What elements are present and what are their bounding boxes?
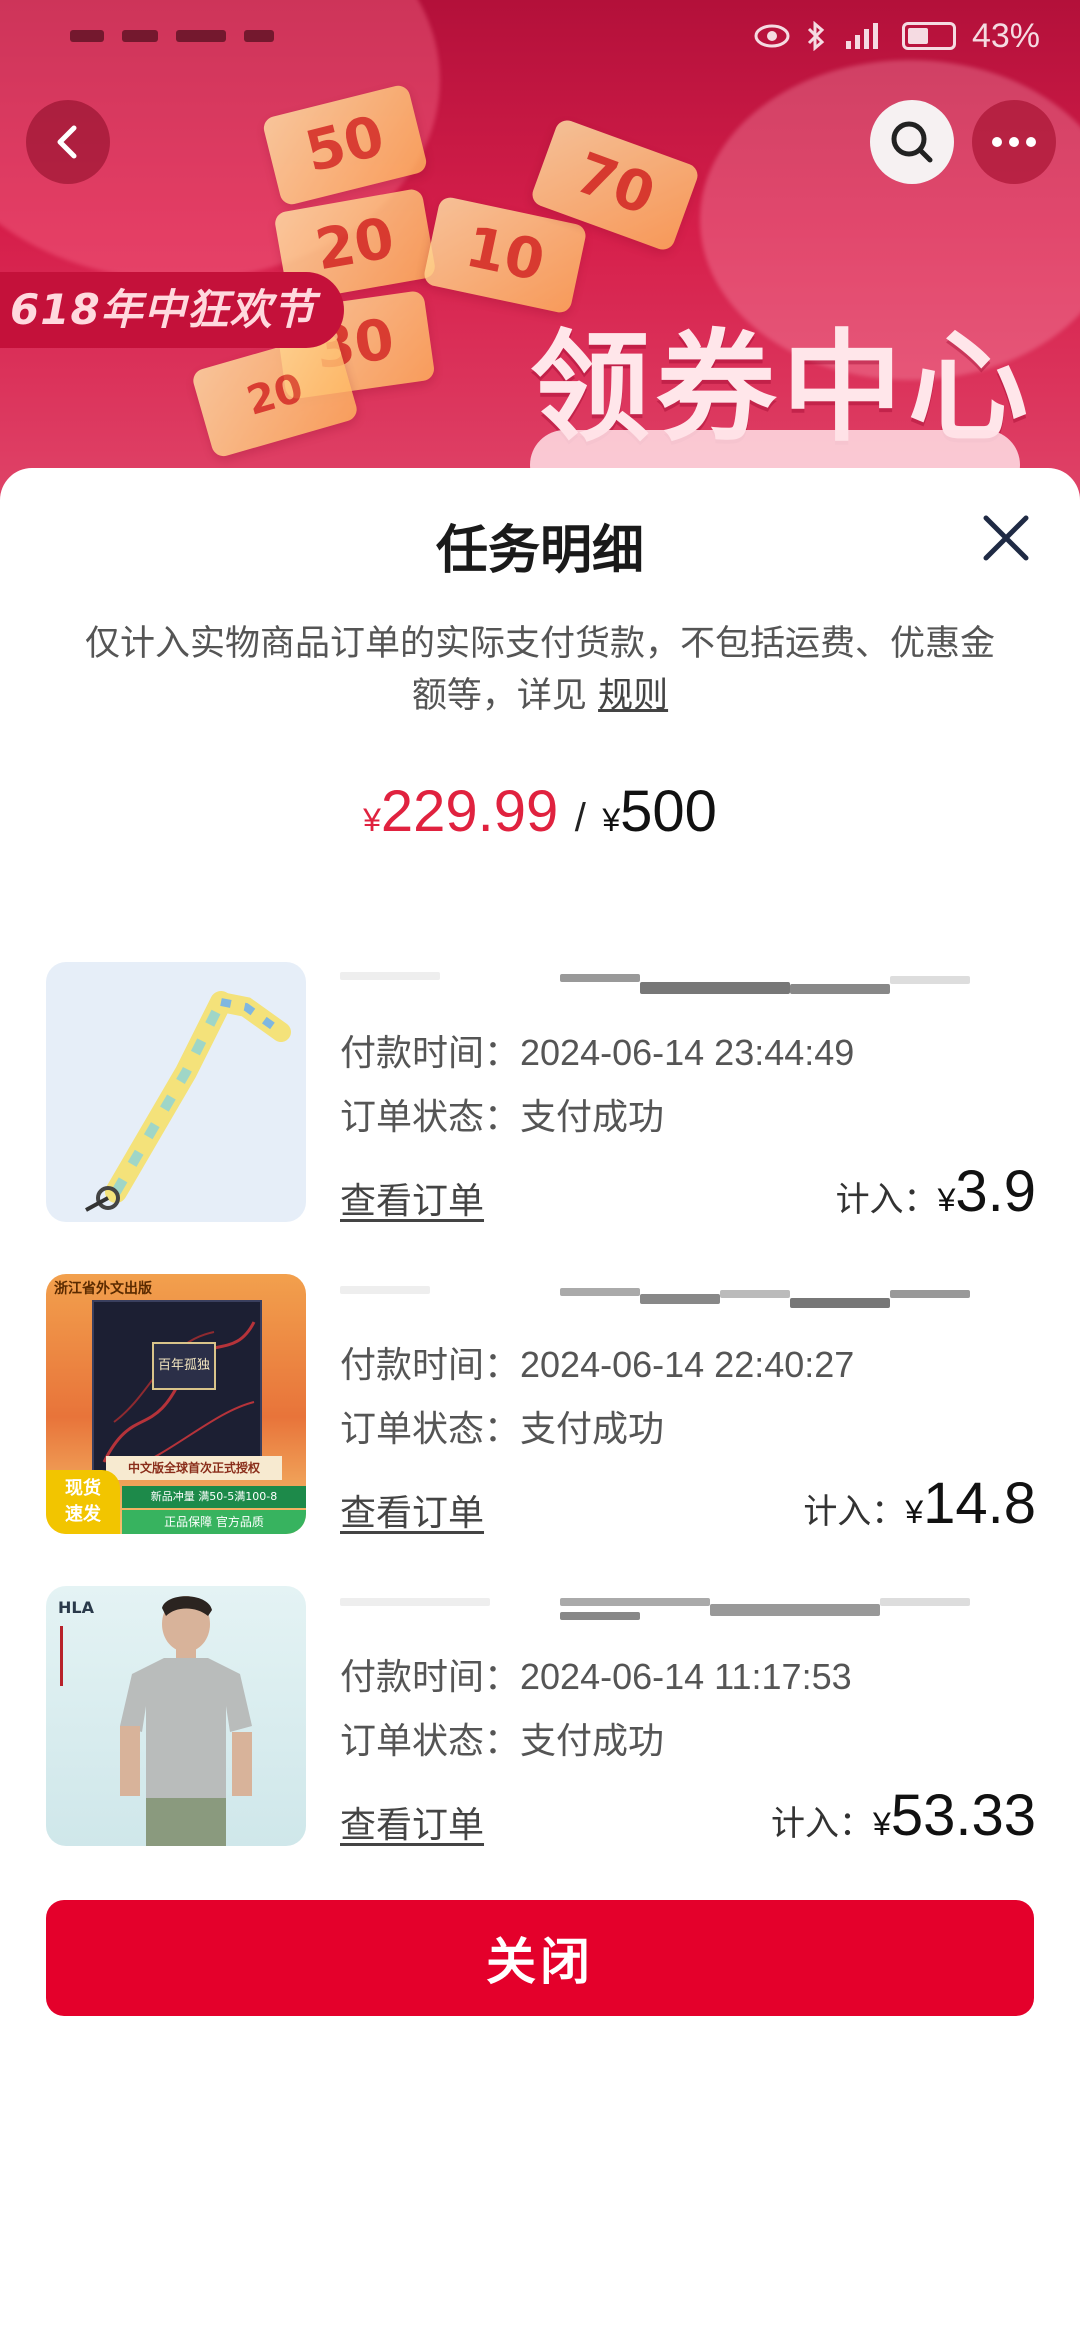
- order-status: 订单状态：支付成功: [340, 1088, 664, 1140]
- search-icon: [891, 121, 933, 163]
- currency-symbol: ¥: [602, 802, 621, 838]
- order-item: HLA 付款时间：2024-06-14 11:17:53 订单状态：支付成功 查…: [46, 1586, 1036, 1848]
- sheet-title: 任务明细: [435, 521, 644, 581]
- order-item: 浙江省外文出版 百年孤独 中文版全球首次正式授权 现货 速发 新品冲量 满50-…: [46, 1274, 1036, 1536]
- task-note: 仅计入实物商品订单的实际支付货款，不包括运费、优惠金额等，详见 规则: [80, 618, 1000, 722]
- redacted-status: [176, 30, 226, 42]
- tshirt-model-image: [120, 1596, 252, 1846]
- order-status: 订单状态：支付成功: [340, 1712, 664, 1764]
- chevron-left-icon: [57, 125, 77, 159]
- progress-separator: /: [574, 796, 586, 840]
- rules-link[interactable]: 规则: [598, 676, 668, 716]
- pay-time-label: 付款时间：: [340, 1033, 521, 1074]
- pay-time-label: 付款时间：: [340, 1657, 521, 1698]
- book-band: 中文版全球首次正式授权: [106, 1456, 282, 1480]
- product-name-redacted: [340, 1592, 980, 1632]
- order-status-label: 订单状态：: [340, 1409, 521, 1450]
- battery-icon: [901, 22, 956, 50]
- coupon-center-banner: 50 20 10 30 20 70 618年中狂欢节 领券中心: [0, 0, 1080, 520]
- credit-label: 计入：: [835, 1180, 938, 1220]
- order-status-value: 支付成功: [520, 1097, 665, 1138]
- currency-symbol: ¥: [937, 1182, 956, 1218]
- ship-fast-badge: 现货 速发: [46, 1470, 120, 1534]
- credited-amount: 计入：¥14.8: [803, 1470, 1036, 1537]
- book-title: 百年孤独: [152, 1342, 216, 1390]
- credited-amount: 计入：¥3.9: [836, 1158, 1036, 1225]
- badge-line: 速发: [65, 1504, 101, 1525]
- target-amount: ¥500: [602, 779, 717, 844]
- pay-time: 付款时间：2024-06-14 22:40:27: [340, 1336, 854, 1388]
- current-amount: ¥229.99: [363, 779, 558, 844]
- battery-percent: 43%: [971, 16, 1040, 55]
- credited-amount: 计入：¥53.33: [771, 1782, 1036, 1849]
- order-status-value: 支付成功: [520, 1721, 665, 1762]
- pay-time-label: 付款时间：: [340, 1345, 521, 1386]
- redacted-status: [122, 30, 158, 42]
- close-sheet-button[interactable]: [978, 510, 1034, 566]
- book-publisher: 浙江省外文出版: [54, 1281, 152, 1297]
- eye-icon: [754, 24, 790, 48]
- close-button[interactable]: 关闭: [46, 1900, 1034, 2016]
- currency-symbol: ¥: [905, 1494, 924, 1530]
- target-amount-value: 500: [620, 779, 717, 844]
- search-button[interactable]: [870, 100, 954, 184]
- order-status-label: 订单状态：: [340, 1097, 521, 1138]
- more-button[interactable]: [972, 100, 1056, 184]
- credit-value: 14.8: [923, 1471, 1036, 1536]
- currency-symbol: ¥: [363, 802, 381, 838]
- promo-strip-top: 新品冲量 满50-5满100-8: [122, 1486, 306, 1508]
- view-order-link[interactable]: 查看订单: [340, 1796, 484, 1848]
- view-order-link[interactable]: 查看订单: [340, 1484, 484, 1536]
- pay-time-value: 2024-06-14 22:40:27: [520, 1344, 855, 1385]
- more-dots-icon: [992, 137, 1036, 147]
- pay-time: 付款时间：2024-06-14 23:44:49: [340, 1024, 854, 1076]
- ticket: 50: [261, 83, 429, 207]
- pay-time-value: 2024-06-14 23:44:49: [520, 1032, 855, 1073]
- product-thumbnail-lanyard[interactable]: [46, 962, 306, 1222]
- badge-line: 现货: [65, 1478, 101, 1499]
- pay-time-value: 2024-06-14 11:17:53: [520, 1656, 852, 1697]
- back-button[interactable]: [26, 100, 110, 184]
- progress-amount: ¥229.99 / ¥500: [0, 778, 1080, 845]
- order-status-label: 订单状态：: [340, 1721, 521, 1762]
- pay-time: 付款时间：2024-06-14 11:17:53: [340, 1648, 852, 1700]
- credit-label: 计入：: [771, 1804, 874, 1844]
- festival-label: 618年中狂欢节: [0, 272, 344, 348]
- product-thumbnail-book[interactable]: 浙江省外文出版 百年孤独 中文版全球首次正式授权 现货 速发 新品冲量 满50-…: [46, 1274, 306, 1534]
- task-note-text: 仅计入实物商品订单的实际支付货款，不包括运费、优惠金额等，详见: [84, 624, 995, 716]
- credit-value: 53.33: [890, 1783, 1036, 1848]
- close-icon: [983, 515, 1029, 561]
- product-name-redacted: [340, 968, 980, 1008]
- credit-value: 3.9: [955, 1159, 1036, 1224]
- redacted-status: [70, 30, 104, 42]
- product-thumbnail-tshirt[interactable]: HLA: [46, 1586, 306, 1846]
- order-status-value: 支付成功: [520, 1409, 665, 1450]
- signal-icon: [845, 23, 878, 49]
- current-amount-value: 229.99: [380, 779, 559, 844]
- bluetooth-icon: [807, 21, 825, 51]
- view-order-link[interactable]: 查看订单: [340, 1172, 484, 1224]
- redacted-status: [244, 30, 274, 42]
- book-pattern: [102, 1321, 256, 1473]
- lanyard-image: [85, 991, 291, 1212]
- task-detail-sheet: 任务明细 仅计入实物商品订单的实际支付货款，不包括运费、优惠金额等，详见 规则 …: [0, 468, 1080, 2340]
- promo-strip-bottom: 正品保障 官方品质: [122, 1510, 306, 1534]
- currency-symbol: ¥: [873, 1806, 891, 1842]
- status-bar: 43%: [0, 0, 1080, 72]
- credit-label: 计入：: [803, 1492, 906, 1532]
- order-status: 订单状态：支付成功: [340, 1400, 664, 1452]
- book-cover: 百年孤独: [92, 1300, 262, 1480]
- order-item: 付款时间：2024-06-14 23:44:49 订单状态：支付成功 查看订单 …: [46, 962, 1036, 1224]
- status-bar-left: [70, 30, 274, 42]
- status-bar-right: 43%: [754, 17, 1040, 56]
- ticket: 20: [190, 331, 360, 459]
- product-name-redacted: [340, 1280, 980, 1320]
